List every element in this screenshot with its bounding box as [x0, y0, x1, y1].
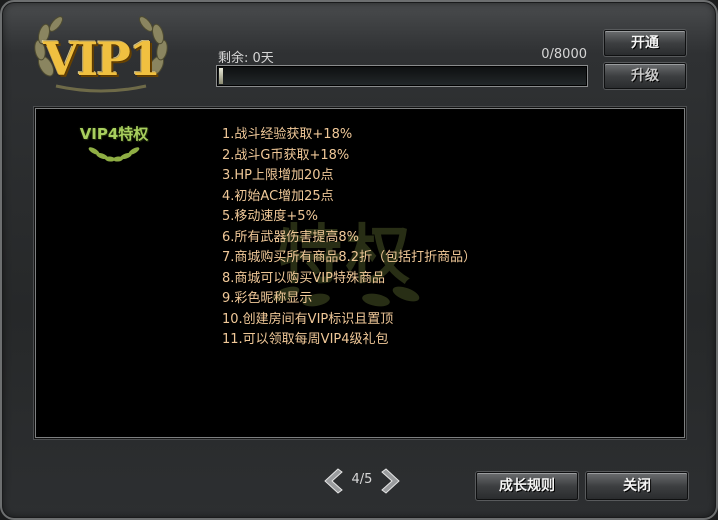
- benefit-item: 7.商城购买所有商品8.2折（包括打折商品）: [222, 250, 477, 265]
- vip-level-logo: VIP1: [26, 16, 176, 96]
- privilege-panel: 特权 VIP4特权 1.战斗经验获取+18% 2.战斗G币获取+18% 3.HP…: [35, 108, 685, 438]
- benefit-item: 4.初始AC增加25点: [222, 188, 334, 204]
- remaining-days-label: 剩余: 0天: [218, 51, 274, 66]
- benefit-item: 1.战斗经验获取+18%: [222, 127, 353, 142]
- privilege-badge-title: VIP4特权: [79, 125, 149, 143]
- upgrade-vip-button[interactable]: 升级: [604, 63, 686, 89]
- growth-rules-button[interactable]: 成长规则: [476, 472, 578, 500]
- vip-window: VIP1 剩余: 0天 0/8000 开通 升级 特权 VIP4特权 1.战斗经…: [0, 0, 718, 520]
- growth-progress-fill: [219, 68, 223, 84]
- benefit-item: 6.所有武器伤害提高8%: [222, 229, 360, 245]
- growth-progress-count: 0/8000: [541, 47, 587, 62]
- chevron-right-icon[interactable]: [380, 466, 404, 496]
- page-indicator: 4/5: [351, 472, 373, 487]
- benefit-item: 2.战斗G币获取+18%: [222, 147, 350, 163]
- vip-level-text: VIP1: [43, 32, 161, 86]
- benefit-item: 9.彩色昵称显示: [222, 291, 313, 306]
- open-vip-button[interactable]: 开通: [604, 30, 686, 56]
- close-button[interactable]: 关闭: [586, 472, 688, 500]
- privilege-benefits-list: 1.战斗经验获取+18% 2.战斗G币获取+18% 3.HP上限增加20点 4.…: [222, 125, 476, 351]
- benefit-item: 10.创建房间有VIP标识且置顶: [222, 311, 394, 327]
- growth-progress-bar: [216, 65, 588, 87]
- benefit-item: 3.HP上限增加20点: [222, 168, 334, 183]
- vip4-privilege-badge: VIP4特权: [64, 123, 164, 173]
- page-navigator: 4/5: [320, 466, 406, 496]
- benefit-item: 11.可以领取每周VIP4级礼包: [222, 332, 389, 347]
- chevron-left-icon[interactable]: [320, 466, 344, 496]
- laurel-icon: [88, 147, 140, 162]
- benefit-item: 8.商城可以购买VIP特殊商品: [222, 270, 385, 286]
- benefit-item: 5.移动速度+5%: [222, 209, 318, 224]
